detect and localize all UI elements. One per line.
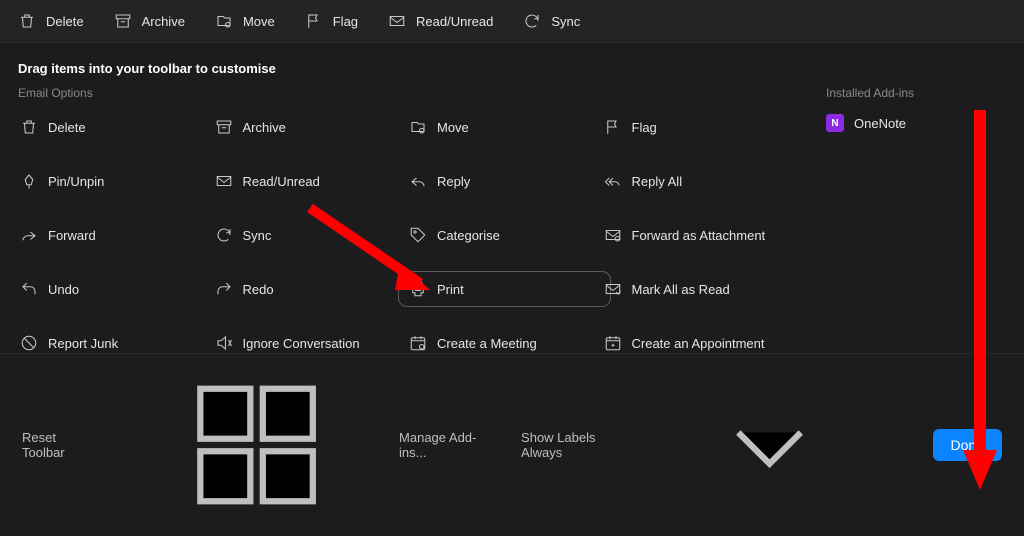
show-labels-select[interactable]: Show Labels Always xyxy=(521,370,904,520)
done-button[interactable]: Done xyxy=(933,429,1002,461)
pin-icon xyxy=(20,172,38,190)
option-delete[interactable]: Delete xyxy=(18,114,213,140)
option-flag[interactable]: Flag xyxy=(602,114,797,140)
option-print[interactable]: Print xyxy=(399,272,610,306)
archive-icon xyxy=(114,12,132,30)
archive-icon xyxy=(215,118,233,136)
onenote-icon: N xyxy=(826,114,844,132)
sync-icon xyxy=(523,12,541,30)
sync-icon xyxy=(215,226,233,244)
option-sync[interactable]: Sync xyxy=(213,222,408,248)
reset-toolbar-button[interactable]: Reset Toolbar xyxy=(22,430,94,460)
envelope-icon xyxy=(388,12,406,30)
option-reply[interactable]: Reply xyxy=(407,168,602,194)
toolbar-flag[interactable]: Flag xyxy=(305,12,358,30)
option-reply-all[interactable]: Reply All xyxy=(602,168,797,194)
reply-all-icon xyxy=(604,172,622,190)
installed-addins-heading: Installed Add-ins xyxy=(826,86,1006,100)
trash-icon xyxy=(20,118,38,136)
email-options-heading: Email Options xyxy=(18,86,796,100)
option-read-unread[interactable]: Read/Unread xyxy=(213,168,408,194)
toolbar-move[interactable]: Move xyxy=(215,12,275,30)
toolbar-delete[interactable]: Delete xyxy=(18,12,84,30)
toolbar-readunread[interactable]: Read/Unread xyxy=(388,12,493,30)
manage-addins-button[interactable]: Manage Add-ins... xyxy=(122,370,493,520)
envelope-icon xyxy=(215,172,233,190)
flag-icon xyxy=(305,12,323,30)
print-icon xyxy=(409,280,427,298)
option-mark-all-as-read[interactable]: Mark All as Read xyxy=(602,276,797,302)
top-toolbar: Delete Archive Move Flag Read/Unread Syn… xyxy=(0,0,1024,43)
option-pin-unpin[interactable]: Pin/Unpin xyxy=(18,168,213,194)
meeting-icon xyxy=(409,334,427,352)
flag-icon xyxy=(604,118,622,136)
redo-icon xyxy=(215,280,233,298)
move-icon xyxy=(409,118,427,136)
instruction-text: Drag items into your toolbar to customis… xyxy=(0,43,1024,86)
reply-icon xyxy=(409,172,427,190)
option-categorise[interactable]: Categorise xyxy=(407,222,602,248)
move-icon xyxy=(215,12,233,30)
addin-onenote[interactable]: N OneNote xyxy=(826,114,1006,132)
junk-icon xyxy=(20,334,38,352)
option-forward-as-attachment[interactable]: Forward as Attachment xyxy=(602,222,797,248)
forward-attach-icon xyxy=(604,226,622,244)
toolbar-sync[interactable]: Sync xyxy=(523,12,580,30)
option-archive[interactable]: Archive xyxy=(213,114,408,140)
option-move[interactable]: Move xyxy=(407,114,602,140)
forward-icon xyxy=(20,226,38,244)
mark-read-icon xyxy=(604,280,622,298)
option-forward[interactable]: Forward xyxy=(18,222,213,248)
toolbar-archive[interactable]: Archive xyxy=(114,12,185,30)
tag-icon xyxy=(409,226,427,244)
option-undo[interactable]: Undo xyxy=(18,276,213,302)
undo-icon xyxy=(20,280,38,298)
trash-icon xyxy=(18,12,36,30)
chevron-down-icon xyxy=(635,370,904,520)
addin-icon xyxy=(122,370,391,520)
toolbar-label: Delete xyxy=(46,14,84,29)
mute-icon xyxy=(215,334,233,352)
footer: Reset Toolbar Manage Add-ins... Show Lab… xyxy=(0,353,1024,536)
option-redo[interactable]: Redo xyxy=(213,276,408,302)
appointment-icon xyxy=(604,334,622,352)
